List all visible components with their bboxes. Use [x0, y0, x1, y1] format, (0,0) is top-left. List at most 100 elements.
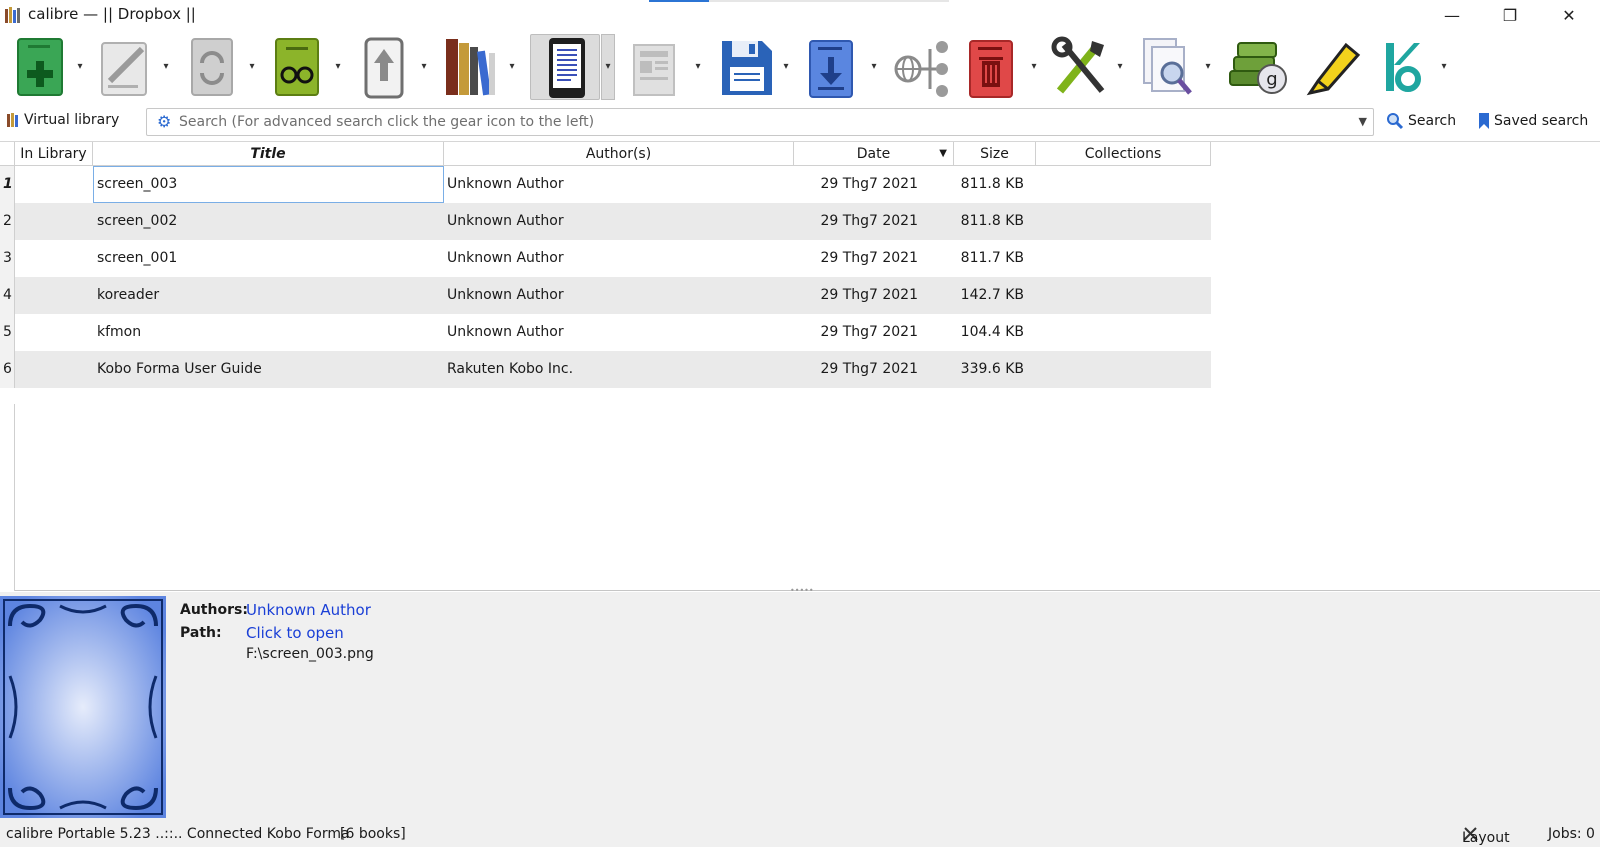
get-books-dropdown[interactable]: ▾ [868, 62, 880, 72]
saved-search-button[interactable]: Saved search [1478, 112, 1588, 130]
date-header-label: Date [856, 146, 891, 162]
jobs-indicator[interactable]: Jobs: 0 [1548, 826, 1595, 842]
row-number-gutter [0, 404, 15, 591]
column-header-size[interactable]: Size [954, 142, 1036, 166]
virtual-library-button[interactable]: Virtual library [6, 112, 119, 128]
gear-icon[interactable]: ⚙ [157, 114, 171, 130]
path-label: Path: [180, 625, 222, 641]
size-cell[interactable]: 339.6 KB [954, 351, 1024, 388]
table-row[interactable]: 4 koreader Unknown Author 29 Thg7 2021 1… [0, 277, 1211, 314]
find-duplicates-dropdown[interactable]: ▾ [1202, 62, 1214, 72]
author-cell[interactable]: Unknown Author [447, 203, 792, 240]
title-cell[interactable]: screen_002 [97, 203, 442, 240]
title-cell[interactable]: screen_003 [93, 166, 444, 203]
search-bar-row: Virtual library ⚙ ▼ Search Saved search [0, 104, 1600, 140]
get-books-icon [809, 40, 853, 98]
title-accent [649, 0, 709, 2]
magnifier-icon [1387, 113, 1404, 130]
save-to-disk-dropdown[interactable]: ▾ [780, 62, 792, 72]
device-button[interactable] [530, 34, 600, 100]
layout-button[interactable]: Layout [1462, 826, 1510, 846]
row-number: 1 [0, 166, 15, 203]
author-cell[interactable]: Unknown Author [447, 240, 792, 277]
device-dropdown[interactable]: ▾ [601, 34, 615, 100]
news-icon [633, 44, 675, 96]
table-row[interactable]: 1 screen_003 Unknown Author 29 Thg7 2021… [0, 166, 1211, 203]
convert-books-dropdown[interactable]: ▾ [246, 62, 258, 72]
title-cell[interactable]: kfmon [97, 314, 442, 351]
kobo-utilities-button[interactable] [1368, 34, 1438, 100]
preferences-button[interactable] [1042, 34, 1112, 100]
fetch-news-button[interactable] [620, 34, 690, 100]
minimize-button[interactable]: — [1423, 0, 1481, 30]
book-cover-image[interactable] [0, 596, 166, 818]
title-cell[interactable]: koreader [97, 277, 442, 314]
view-button[interactable] [262, 34, 332, 100]
author-cell[interactable]: Rakuten Kobo Inc. [447, 351, 792, 388]
view-dropdown[interactable]: ▾ [332, 62, 344, 72]
send-to-device-dropdown[interactable]: ▾ [418, 62, 430, 72]
window-title: calibre — || Dropbox || [28, 5, 196, 23]
get-books-button[interactable] [796, 34, 866, 100]
save-to-disk-button[interactable] [708, 34, 778, 100]
restore-button[interactable]: ❐ [1481, 0, 1539, 30]
remove-books-dropdown[interactable]: ▾ [1028, 62, 1040, 72]
goodreads-button[interactable]: g [1218, 34, 1288, 100]
size-cell[interactable]: 104.4 KB [954, 314, 1024, 351]
date-cell[interactable]: 29 Thg7 2021 [794, 166, 918, 203]
fetch-news-dropdown[interactable]: ▾ [692, 62, 704, 72]
annotations-button[interactable] [1292, 34, 1362, 100]
restore-icon: ❐ [1502, 5, 1518, 25]
column-header-authors[interactable]: Author(s) [444, 142, 794, 166]
date-cell[interactable]: 29 Thg7 2021 [794, 351, 918, 388]
main-toolbar: ▾ ▾ ▾ ▾ ▾ ▾ ▾ ▾ ▾ ▾ ▾ ▾ ▾ g ▾ [0, 30, 1600, 104]
size-cell[interactable]: 142.7 KB [954, 277, 1024, 314]
size-cell[interactable]: 811.7 KB [954, 240, 1024, 277]
search-history-dropdown-icon[interactable]: ▼ [1359, 115, 1367, 128]
find-duplicates-button[interactable] [1130, 34, 1200, 100]
preferences-dropdown[interactable]: ▾ [1114, 62, 1126, 72]
add-books-button[interactable] [6, 34, 76, 100]
author-cell[interactable]: Unknown Author [447, 166, 792, 203]
close-button[interactable]: ✕ [1540, 0, 1598, 30]
connect-share-button[interactable] [882, 34, 952, 100]
date-cell[interactable]: 29 Thg7 2021 [794, 240, 918, 277]
date-cell[interactable]: 29 Thg7 2021 [794, 314, 918, 351]
search-input[interactable] [179, 112, 1329, 132]
table-row[interactable]: 2 screen_002 Unknown Author 29 Thg7 2021… [0, 203, 1211, 240]
date-cell[interactable]: 29 Thg7 2021 [794, 277, 918, 314]
size-cell[interactable]: 811.8 KB [954, 203, 1024, 240]
authors-link[interactable]: Unknown Author [246, 601, 371, 619]
search-box[interactable]: ⚙ ▼ [146, 108, 1374, 136]
path-open-link[interactable]: Click to open [246, 624, 344, 642]
title-accent-secondary [709, 0, 949, 2]
author-cell[interactable]: Unknown Author [447, 277, 792, 314]
column-header-date[interactable]: Date ▼ [794, 142, 954, 166]
title-cell[interactable]: Kobo Forma User Guide [97, 351, 442, 388]
view-book-icon [275, 38, 319, 96]
edit-metadata-dropdown[interactable]: ▾ [160, 62, 172, 72]
layout-label: Layout [1462, 830, 1510, 846]
edit-metadata-icon [101, 42, 147, 96]
convert-books-button[interactable] [176, 34, 246, 100]
table-row[interactable]: 3 screen_001 Unknown Author 29 Thg7 2021… [0, 240, 1211, 277]
author-cell[interactable]: Unknown Author [447, 314, 792, 351]
kobo-utilities-dropdown[interactable]: ▾ [1438, 62, 1450, 72]
path-value: F:\screen_003.png [246, 646, 374, 662]
table-row[interactable]: 6 Kobo Forma User Guide Rakuten Kobo Inc… [0, 351, 1211, 388]
edit-metadata-button[interactable] [90, 34, 160, 100]
date-cell[interactable]: 29 Thg7 2021 [794, 203, 918, 240]
size-cell[interactable]: 811.8 KB [954, 166, 1024, 203]
send-to-device-button[interactable] [348, 34, 418, 100]
remove-books-button[interactable] [956, 34, 1026, 100]
column-header-in-library[interactable]: In Library [15, 142, 93, 166]
title-cell[interactable]: screen_001 [97, 240, 442, 277]
column-header-row: In Library Title Author(s) Date ▼ Size C… [0, 142, 1211, 166]
column-header-collections[interactable]: Collections [1036, 142, 1211, 166]
search-button[interactable]: Search [1386, 112, 1456, 130]
calibre-library-button[interactable] [434, 34, 504, 100]
column-header-title[interactable]: Title [93, 142, 444, 166]
add-books-dropdown[interactable]: ▾ [74, 62, 86, 72]
calibre-library-dropdown[interactable]: ▾ [506, 62, 518, 72]
table-row[interactable]: 5 kfmon Unknown Author 29 Thg7 2021 104.… [0, 314, 1211, 351]
